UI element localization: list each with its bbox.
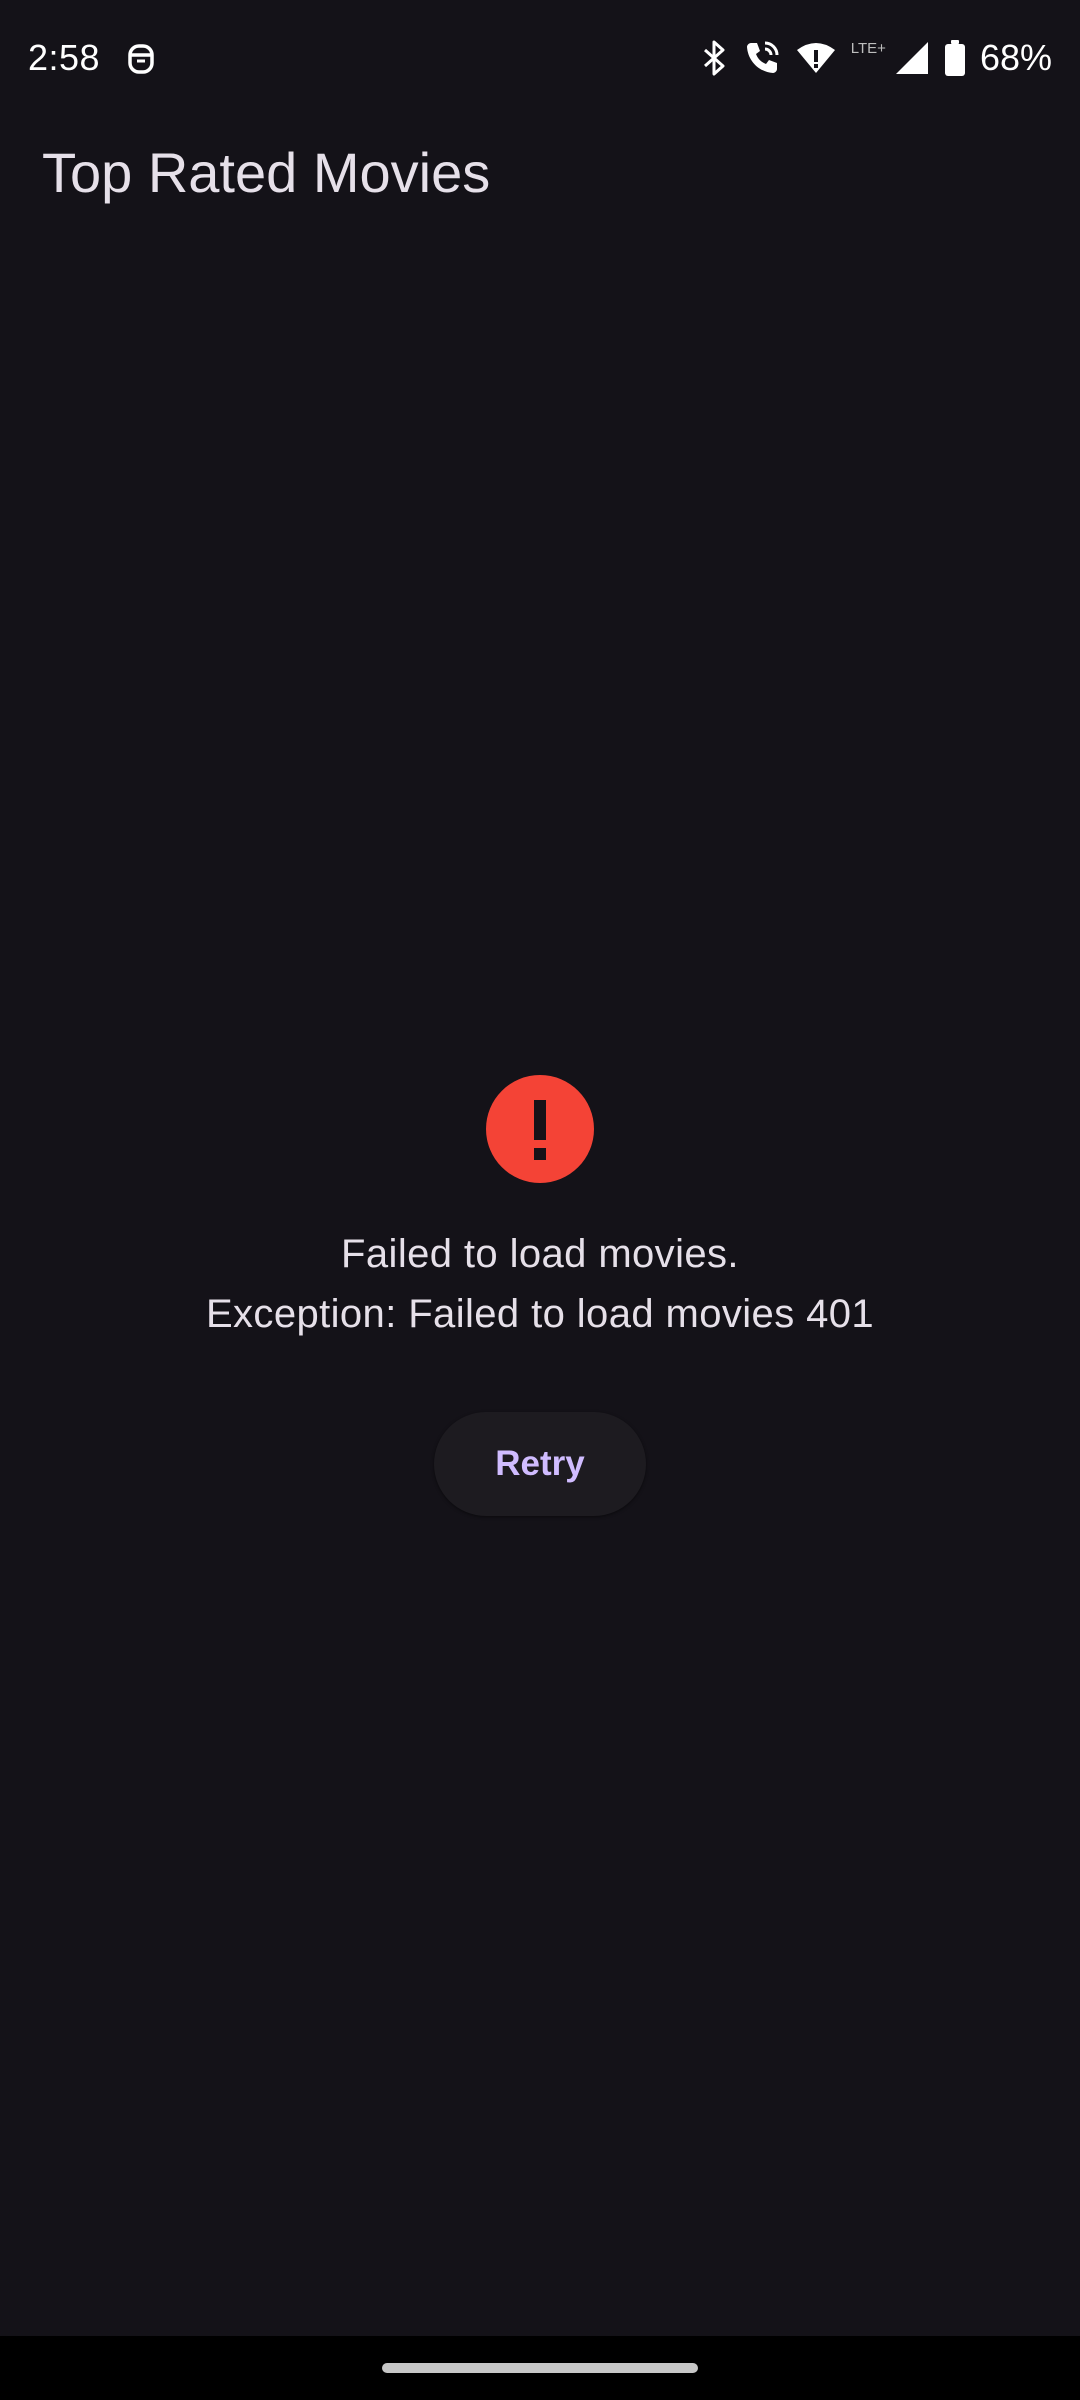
network-type-label: LTE+: [850, 39, 886, 57]
battery-icon: [944, 39, 966, 77]
status-bar-right: LTE+ 68%: [701, 37, 1052, 79]
battery-percent: 68%: [979, 37, 1052, 78]
cell-signal-icon: [894, 40, 930, 76]
app-notification-icon: [126, 40, 156, 76]
status-bar-left: 2:58: [28, 37, 156, 79]
error-title: Failed to load movies.: [341, 1232, 739, 1276]
status-time: 2:58: [28, 37, 101, 78]
error-icon: [485, 1074, 595, 1184]
retry-button[interactable]: Retry: [434, 1412, 646, 1516]
page-title: Top Rated Movies: [42, 140, 491, 204]
app-bar: Top Rated Movies: [0, 116, 1080, 228]
navigation-bar: [0, 2336, 1080, 2400]
error-detail: Exception: Failed to load movies 401: [205, 1292, 875, 1336]
screen: 2:58 LTE+ 68% Top Rated Movies Failed to…: [0, 0, 1080, 2400]
home-indicator[interactable]: [382, 2363, 698, 2373]
bluetooth-icon: [701, 39, 729, 77]
status-bar: 2:58 LTE+ 68%: [0, 0, 1080, 116]
wifi-calling-icon: [743, 39, 781, 77]
wifi-icon: [795, 40, 837, 76]
error-state: Failed to load movies. Exception: Failed…: [0, 1074, 1080, 1516]
